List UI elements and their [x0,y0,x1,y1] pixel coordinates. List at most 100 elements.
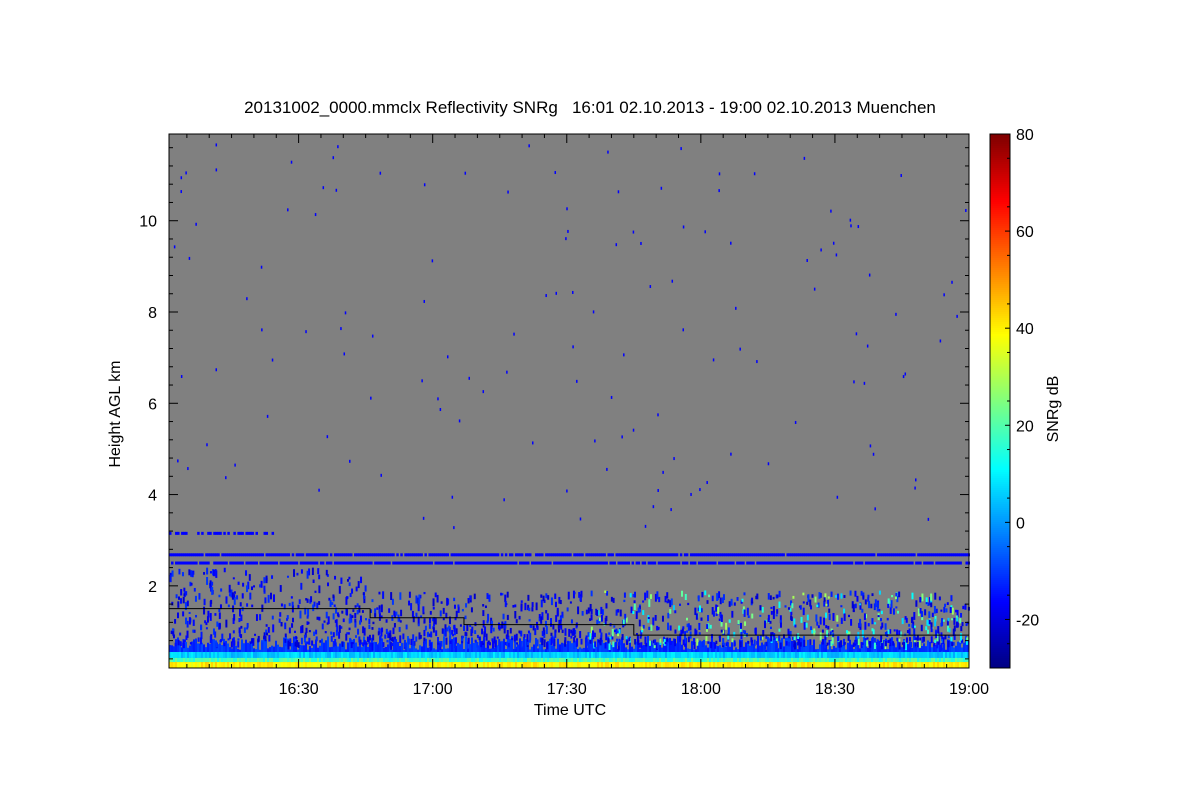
echo-speck [545,294,547,298]
echo-column [831,652,833,658]
echo-column [813,639,815,653]
echo-column [729,646,731,653]
echo-speck [325,569,328,576]
colorbar-swatch [990,416,1010,419]
echo-column [639,657,641,663]
echo-speck [930,636,933,644]
echo-column [331,662,333,668]
echo-speck [336,625,339,632]
echo-speck [188,611,191,614]
echo-column [259,652,261,658]
echo-column [491,652,493,658]
echo-speck [742,630,745,634]
echo-column [761,652,763,658]
echo-column [175,657,177,663]
echo-speck [572,628,575,636]
echo-column [633,657,635,663]
echo-speck [183,587,186,592]
echo-column [291,657,293,663]
echo-column [531,652,533,658]
echo-column [213,639,215,653]
echo-speck [518,615,521,620]
echo-column [491,648,493,653]
echo-speck [453,526,455,530]
echo-column [919,648,921,653]
echo-speck [715,640,718,645]
echo-column [457,657,459,663]
echo-column [537,648,539,653]
colorbar-swatch [990,362,1010,365]
noise-line-segment [581,553,584,557]
echo-column [673,662,675,668]
colorbar-swatch [990,184,1010,187]
echo-speck [787,607,790,610]
echo-speck [335,188,338,192]
echo-column [489,648,491,653]
echo-speck [647,617,650,620]
echo-speck [959,618,962,624]
echo-speck [868,273,871,277]
echo-speck [233,594,236,598]
echo-column [743,662,745,668]
echo-speck [344,311,347,315]
echo-speck [171,570,174,577]
echo-column [627,662,629,668]
echo-speck [498,639,501,647]
colorbar-swatch [990,472,1010,475]
echo-column [735,657,737,663]
echo-column [759,657,761,663]
echo-column [633,652,635,658]
echo-column [273,662,275,668]
echo-column [923,643,925,653]
echo-speck [826,630,829,637]
echo-speck [294,641,297,647]
echo-speck [684,593,687,600]
echo-speck [754,627,757,635]
echo-column [951,652,953,658]
echo-speck [366,636,369,642]
echo-column [241,662,243,668]
echo-column [889,657,891,663]
colorbar-swatch [990,162,1010,165]
echo-speck [261,328,263,332]
colorbar-swatch [990,220,1010,223]
echo-column [537,657,539,663]
echo-column [365,657,367,663]
noise-line-segment [611,553,614,557]
echo-column [383,662,385,668]
colorbar-swatch [990,248,1010,251]
echo-speck [212,569,215,577]
echo-speck [300,569,303,574]
echo-speck [944,603,947,607]
echo-column [583,647,585,653]
echo-speck [960,626,963,632]
colorbar-swatch [990,180,1010,183]
colorbar-swatch [990,386,1010,389]
echo-speck [218,612,221,620]
echo-speck [205,627,208,630]
echo-column [791,657,793,663]
echo-speck [648,626,651,631]
echo-speck [884,640,887,647]
echo-column [251,657,253,663]
echo-speck [546,613,549,620]
echo-column [725,657,727,663]
colorbar-swatch [990,396,1010,399]
echo-speck [550,597,553,606]
echo-column [205,657,207,663]
echo-speck [172,634,175,639]
colorbar-swatch [990,458,1010,461]
echo-speck [352,609,355,612]
echo-speck [927,517,930,521]
echo-speck [664,641,667,645]
echo-speck [181,572,184,577]
echo-column [415,648,417,653]
echo-column [611,652,613,658]
echo-speck [318,601,321,606]
echo-speck [605,633,608,641]
echo-speck [315,629,318,635]
echo-column [941,662,943,668]
echo-column [323,652,325,658]
echo-column [421,652,423,658]
echo-column [539,644,541,653]
